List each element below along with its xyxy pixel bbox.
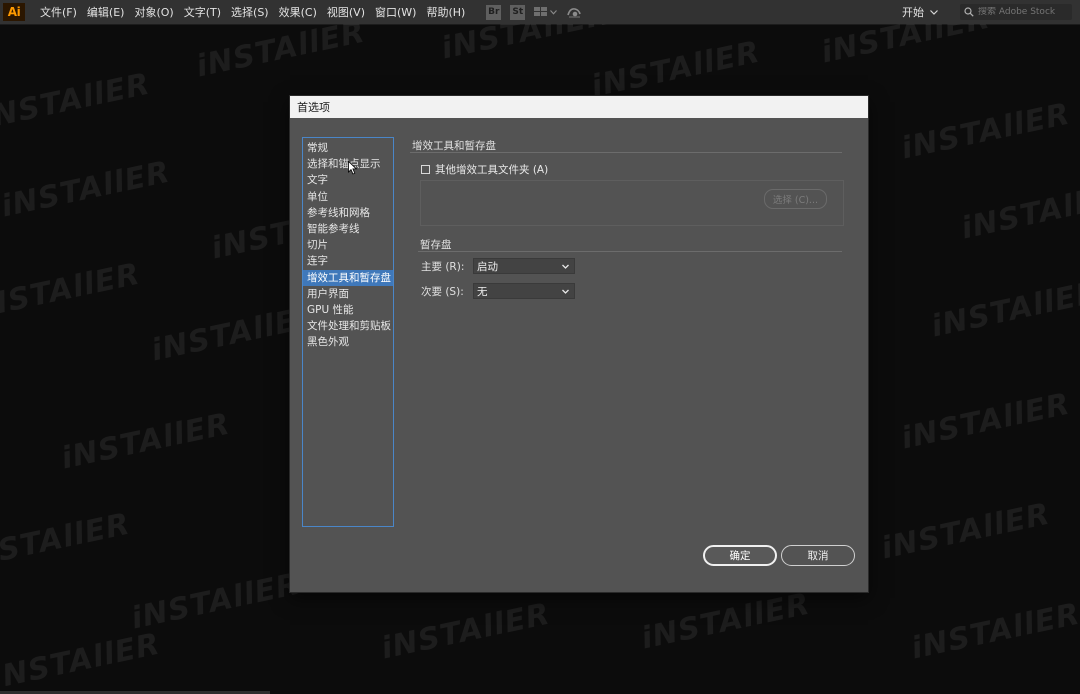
scratch-disks-section-title: 暂存盘 [420, 239, 452, 251]
menu-help[interactable]: 帮助(H) [421, 4, 470, 20]
chevron-down-icon [550, 9, 558, 15]
category-type[interactable]: 文字 [303, 172, 393, 188]
watermark-text: iNSTAllER [0, 154, 174, 225]
plugins-section-title: 增效工具和暂存盘 [412, 140, 496, 152]
primary-scratch-row: 主要 (R): 启动 [421, 258, 575, 274]
dialog-titlebar[interactable]: 首选项 [290, 96, 868, 118]
watermark-text: iNSTAllER [878, 496, 1054, 567]
watermark-text: iNSTAllER [898, 96, 1074, 167]
menu-file[interactable]: 文件(F) [35, 4, 82, 20]
watermark-text: iNSTAllER [818, 24, 994, 71]
illustrator-logo: Ai [3, 3, 25, 21]
layout-grid-icon [534, 7, 548, 16]
watermark-text: iNSTAllER [0, 66, 154, 137]
watermark-text: iNSTAllER [958, 176, 1080, 247]
secondary-scratch-row: 次要 (S): 无 [421, 283, 575, 299]
menu-window[interactable]: 窗口(W) [370, 4, 421, 20]
category-hyphenation[interactable]: 连字 [303, 253, 393, 269]
chevron-down-icon [930, 9, 938, 15]
category-plugins-scratch-disks[interactable]: 增效工具和暂存盘 [303, 269, 393, 286]
category-user-interface[interactable]: 用户界面 [303, 286, 393, 302]
watermark-text: iNSTAllER [58, 406, 234, 477]
cancel-button[interactable]: 取消 [781, 545, 855, 566]
watermark-text: iNSTAllER [0, 506, 134, 577]
menu-effect[interactable]: 效果(C) [274, 4, 322, 20]
watermark-text: iNSTAllER [128, 566, 304, 637]
secondary-scratch-value: 无 [477, 285, 488, 298]
menu-select[interactable]: 选择(S) [226, 4, 274, 20]
choose-folder-button[interactable]: 选择 (C)... [763, 189, 827, 209]
menu-view[interactable]: 视图(V) [322, 4, 370, 20]
dialog-title: 首选项 [297, 101, 330, 114]
additional-plugins-folder-option[interactable]: 其他增效工具文件夹 (A) [421, 162, 548, 177]
category-list: 常规 选择和锚点显示 文字 单位 参考线和网格 智能参考线 切片 连字 增效工具… [302, 137, 394, 527]
plugins-folder-box: 选择 (C)... [420, 180, 844, 226]
arrange-documents-button[interactable] [534, 7, 558, 17]
stock-search-input[interactable] [978, 7, 1062, 17]
category-guides-grid[interactable]: 参考线和网格 [303, 205, 393, 221]
category-general[interactable]: 常规 [303, 140, 393, 156]
category-smart-guides[interactable]: 智能参考线 [303, 221, 393, 237]
gpu-performance-icon[interactable] [566, 5, 582, 19]
additional-plugins-folder-label: 其他增效工具文件夹 (A) [435, 164, 549, 176]
workspace-switcher[interactable]: 开始 [902, 4, 938, 20]
category-appearance-of-black[interactable]: 黑色外观 [303, 334, 393, 350]
watermark-text: iNSTAllER [0, 626, 164, 694]
menu-edit[interactable]: 编辑(E) [82, 4, 130, 20]
primary-scratch-value: 启动 [477, 260, 498, 273]
watermark-text: iNSTAllER [588, 34, 764, 105]
chevron-down-icon [562, 289, 569, 294]
section-divider [418, 251, 842, 252]
chevron-down-icon [562, 264, 569, 269]
watermark-text: iNSTAllER [193, 24, 369, 85]
category-file-handling-clipboard[interactable]: 文件处理和剪贴板 [303, 318, 393, 334]
section-divider [410, 152, 842, 153]
additional-plugins-folder-checkbox[interactable] [421, 165, 430, 174]
app-shortcuts: Br St [486, 4, 582, 20]
watermark-text: iNSTAllER [908, 596, 1080, 667]
workspace-label: 开始 [902, 6, 924, 19]
watermark-text: iNSTAllER [898, 386, 1074, 457]
bridge-icon[interactable]: Br [486, 4, 502, 20]
stock-search-box [960, 4, 1072, 20]
category-selection-anchor-display[interactable]: 选择和锚点显示 [303, 156, 393, 172]
watermark-text: iNSTAllER [928, 274, 1080, 345]
watermark-text: iNSTAllER [438, 24, 614, 67]
preferences-dialog: 首选项 常规 选择和锚点显示 文字 单位 参考线和网格 智能参考线 切片 连字 … [290, 96, 868, 592]
category-gpu-performance[interactable]: GPU 性能 [303, 302, 393, 318]
stock-icon[interactable]: St [510, 4, 526, 20]
watermark-text: iNSTAllER [0, 256, 144, 327]
menu-type[interactable]: 文字(T) [179, 4, 226, 20]
primary-scratch-label: 主要 (R): [421, 260, 465, 273]
primary-scratch-select[interactable]: 启动 [473, 258, 575, 274]
menu-bar: Ai 文件(F) 编辑(E) 对象(O) 文字(T) 选择(S) 效果(C) 视… [0, 0, 1080, 25]
category-slices[interactable]: 切片 [303, 237, 393, 253]
menubar-right: 开始 [902, 0, 1072, 24]
menu-object[interactable]: 对象(O) [129, 4, 178, 20]
ok-button[interactable]: 确定 [703, 545, 777, 566]
category-units[interactable]: 单位 [303, 189, 393, 205]
watermark-text: iNSTAllER [378, 596, 554, 667]
secondary-scratch-label: 次要 (S): [421, 285, 464, 298]
secondary-scratch-select[interactable]: 无 [473, 283, 575, 299]
main-menu: 文件(F) 编辑(E) 对象(O) 文字(T) 选择(S) 效果(C) 视图(V… [35, 4, 470, 20]
watermark-text: iNSTAllER [638, 586, 814, 657]
search-icon [964, 7, 974, 17]
